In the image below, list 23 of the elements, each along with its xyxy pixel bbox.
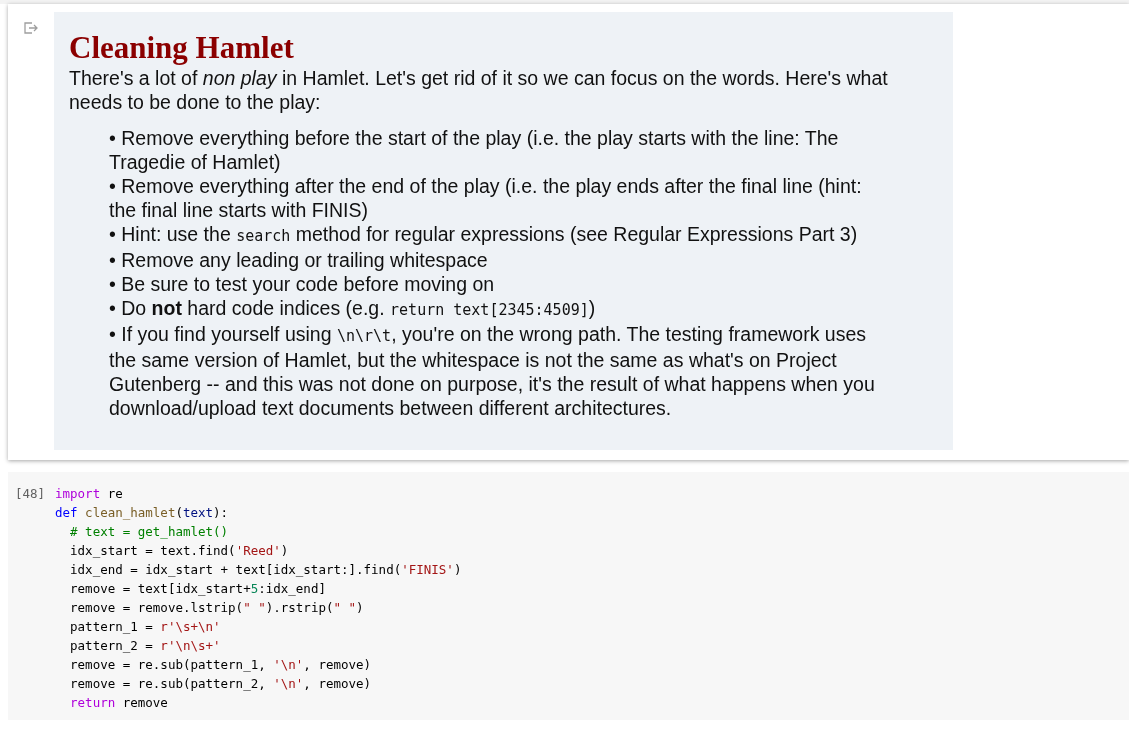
bullet-item: • Remove everything before the start of the play (i.e. the play starts with the line: The Tragedie of Hamlet) bbox=[109, 126, 840, 174]
bullet-item: • If you find yourself using \n\r\t, you're on the wrong path. The testing framework uses the same version of Hamlet, but the whitespace is not the same as what's on Project Gutenberg -- and this was not done on purpose, it's the result of what happens when you download/upload text documents between different architectures. bbox=[109, 322, 876, 420]
heading: Cleaning Hamlet bbox=[69, 30, 295, 66]
bullet-item: • Be sure to test your code before moving on bbox=[109, 272, 496, 296]
code-line: remove = text[idx_start+5:idx_end] bbox=[69, 580, 327, 598]
execution-count: [48] bbox=[14, 485, 47, 503]
bullet-item: • Hint: use the search method for regular expressions (see Regular Expressions Part 3) bbox=[109, 222, 859, 247]
bullet-item: • Remove any leading or trailing whitespace bbox=[109, 248, 489, 272]
code-line: pattern_2 = r'\n\s+' bbox=[69, 637, 222, 655]
code-line: def clean_hamlet(text): bbox=[55, 504, 230, 522]
code-line: remove = re.sub(pattern_1, '\n', remove) bbox=[69, 656, 373, 674]
code-line: pattern_1 = r'\s+\n' bbox=[69, 618, 222, 636]
bullet-item: • Remove everything after the end of the play (i.e. the play ends after the final line (hint: the final line starts with FINIS) bbox=[109, 174, 863, 222]
bullet-item: • Do not hard code indices (e.g. return text[2345:4509]) bbox=[109, 296, 597, 321]
code-line: remove = re.sub(pattern_2, '\n', remove) bbox=[69, 675, 373, 693]
code-line: remove = remove.lstrip(" ").rstrip(" ") bbox=[69, 599, 365, 617]
code-line: import re bbox=[55, 485, 124, 503]
code-line: idx_start = text.find('Reed') bbox=[69, 542, 290, 560]
code-line: # text = get_hamlet() bbox=[69, 523, 230, 541]
paragraph: There's a lot of non play in Hamlet. Let's get rid of it so we can focus on the words. Here's what needs to be done to the play: bbox=[69, 66, 889, 114]
output-icon bbox=[24, 22, 38, 34]
code-line: idx_end = idx_start + text[idx_start:].find('FINIS') bbox=[69, 561, 462, 579]
code-line: return remove bbox=[69, 694, 169, 712]
